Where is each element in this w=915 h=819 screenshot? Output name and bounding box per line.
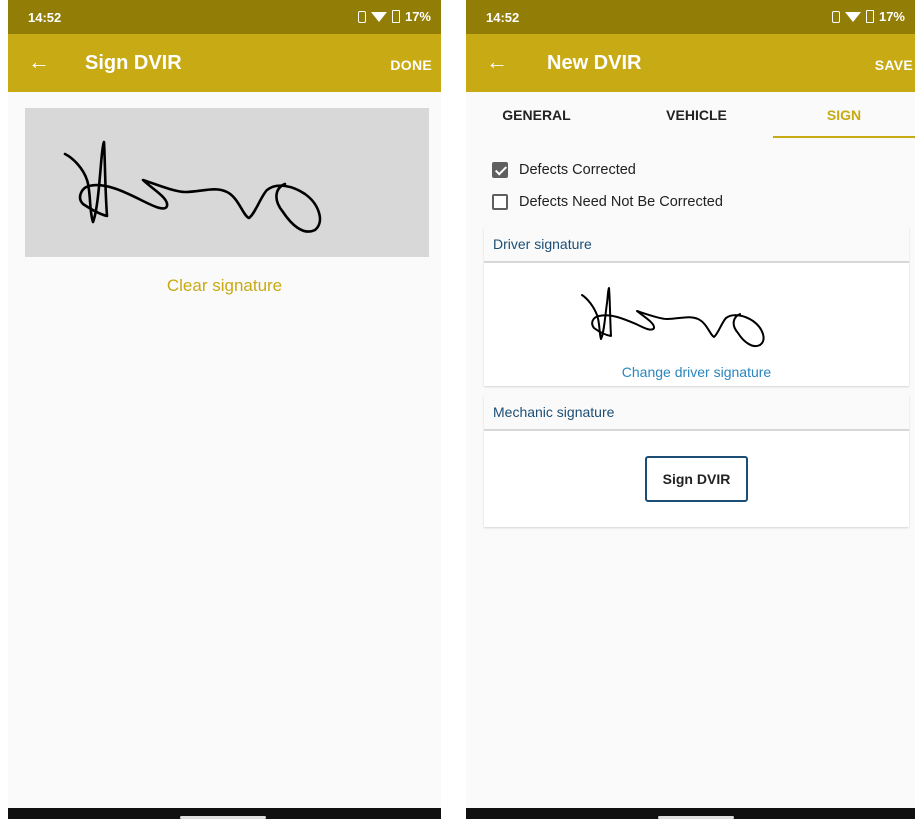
vibrate-icon xyxy=(357,10,366,23)
driver-signature-header: Driver signature xyxy=(484,227,909,263)
signature-drawing xyxy=(63,140,322,233)
app-bar: ← New DVIR SAVE xyxy=(466,34,915,92)
arrow-left-icon[interactable]: ← xyxy=(486,51,508,73)
status-bar: 14:52 17% xyxy=(8,0,441,34)
page-title: Sign DVIR xyxy=(85,52,182,74)
arrow-left-icon[interactable]: ← xyxy=(28,51,50,73)
defects-not-corrected-option[interactable]: Defects Need Not Be Corrected xyxy=(492,194,723,210)
sign-dvir-button[interactable]: Sign DVIR xyxy=(645,456,748,502)
battery-icon xyxy=(865,10,874,23)
tab-general[interactable]: GENERAL xyxy=(484,92,589,138)
wifi-icon xyxy=(844,11,861,22)
defects-corrected-checkbox[interactable] xyxy=(492,162,508,178)
defects-not-corrected-checkbox[interactable] xyxy=(492,194,508,210)
wifi-icon xyxy=(370,11,387,22)
done-button[interactable]: DONE xyxy=(390,57,432,73)
driver-signature-card: Driver signature Change driver signature xyxy=(484,227,909,386)
status-time: 14:52 xyxy=(28,10,62,25)
status-icons: 17% xyxy=(357,9,431,24)
battery-icon xyxy=(391,10,400,23)
battery-percent: 17% xyxy=(878,9,905,24)
change-driver-signature-link[interactable]: Change driver signature xyxy=(484,364,909,380)
defects-corrected-option[interactable]: Defects Corrected xyxy=(492,162,636,178)
clear-signature-link[interactable]: Clear signature xyxy=(8,276,441,296)
system-nav-bar xyxy=(466,808,915,819)
driver-signature-image xyxy=(581,287,765,347)
signature-pad[interactable] xyxy=(25,108,429,257)
mechanic-signature-card: Mechanic signature Sign DVIR xyxy=(484,395,909,527)
page-title: New DVIR xyxy=(547,52,642,74)
battery-percent: 17% xyxy=(404,9,431,24)
sign-dvir-screen: 14:52 17% ← Sign DVIR DONE Clear signatu… xyxy=(8,0,441,819)
defects-corrected-label: Defects Corrected xyxy=(519,162,636,178)
new-dvir-screen: 14:52 17% ← New DVIR SAVE GENERAL VEHICL… xyxy=(466,0,915,819)
save-button[interactable]: SAVE xyxy=(875,57,913,73)
status-icons: 17% xyxy=(831,9,905,24)
tab-bar: GENERAL VEHICLE SIGN xyxy=(466,92,915,138)
active-tab-indicator xyxy=(773,136,915,138)
app-bar: ← Sign DVIR DONE xyxy=(8,34,441,92)
system-nav-bar xyxy=(8,808,441,819)
tab-sign[interactable]: SIGN xyxy=(773,92,915,138)
status-time: 14:52 xyxy=(486,10,520,25)
tab-vehicle[interactable]: VEHICLE xyxy=(634,92,759,138)
defects-not-corrected-label: Defects Need Not Be Corrected xyxy=(519,194,723,210)
mechanic-signature-header: Mechanic signature xyxy=(484,395,909,431)
status-bar: 14:52 17% xyxy=(466,0,915,34)
vibrate-icon xyxy=(831,10,840,23)
